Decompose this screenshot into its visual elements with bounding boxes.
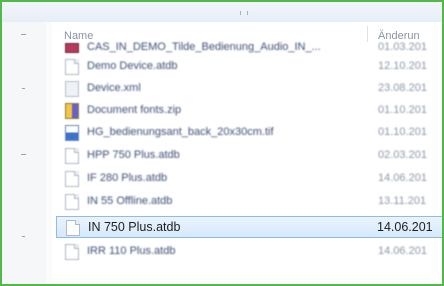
file-date: 02.03.201 <box>378 149 427 161</box>
file-row[interactable]: HG_bedienungsant_back_20x30cm.tif 01.10.… <box>56 122 442 144</box>
file-name: HG_bedienungsant_back_20x30cm.tif <box>87 126 274 138</box>
file-explorer-window: Name Änderun CAS_IN_DEMO_Tilde_Bedienung… <box>0 0 444 286</box>
document-icon <box>65 194 79 210</box>
file-row[interactable]: Device.xml 23.08.201 <box>56 78 442 100</box>
file-name: IN 750 Plus.atdb <box>88 220 181 234</box>
file-row[interactable]: Document fonts.zip 01.10.201 <box>56 100 442 122</box>
file-date: 01.10.201 <box>378 104 427 116</box>
file-row-selected[interactable]: IN 750 Plus.atdb 14.06.201 <box>56 216 442 238</box>
file-name: CAS_IN_DEMO_Tilde_Bedienung_Audio_IN_... <box>87 41 321 53</box>
file-name: Device.xml <box>87 82 141 94</box>
file-row[interactable]: IN 55 Offline.atdb 13.11.201 <box>56 191 442 213</box>
column-resize-grip-icon[interactable] <box>240 11 248 15</box>
file-date: 14.06.201 <box>378 245 427 257</box>
file-row[interactable]: IF 280 Plus.atdb 14.06.201 <box>56 168 442 190</box>
file-date: 01.10.201 <box>378 126 427 138</box>
tree-marker-icon <box>21 34 26 35</box>
document-icon <box>65 244 79 260</box>
file-date: 01.03.201 <box>378 41 427 53</box>
file-row[interactable]: IRR 110 Plus.atdb 14.06.201 <box>56 241 442 263</box>
file-date: 14.06.201 <box>377 220 433 234</box>
tree-marker-icon <box>22 236 25 237</box>
tree-marker-icon <box>22 88 25 89</box>
zip-file-icon <box>65 103 79 119</box>
file-name: IF 280 Plus.atdb <box>87 172 168 184</box>
file-name: Demo Device.atdb <box>87 60 178 72</box>
file-date: 23.08.201 <box>378 82 427 94</box>
file-row[interactable]: Demo Device.atdb 12.10.201 <box>56 56 442 78</box>
file-date: 13.11.201 <box>378 195 427 207</box>
file-name: Document fonts.zip <box>87 104 182 116</box>
file-list-pane: Name Änderun CAS_IN_DEMO_Tilde_Bedienung… <box>52 22 442 284</box>
red-file-icon <box>65 43 79 53</box>
image-file-icon <box>65 125 79 141</box>
tree-marker-icon <box>21 154 26 155</box>
file-name: IN 55 Offline.atdb <box>87 195 173 207</box>
document-icon <box>65 171 79 187</box>
document-icon <box>65 59 79 75</box>
file-row[interactable]: HPP 750 Plus.atdb 02.03.201 <box>56 145 442 167</box>
file-date: 14.06.201 <box>378 172 427 184</box>
file-name: IRR 110 Plus.atdb <box>87 245 176 257</box>
toolbar-strip <box>2 2 442 22</box>
navigation-pane[interactable] <box>2 22 46 284</box>
xml-file-icon <box>65 81 79 97</box>
document-icon <box>66 220 80 236</box>
file-name: HPP 750 Plus.atdb <box>87 149 180 161</box>
document-icon <box>65 148 79 164</box>
file-date: 12.10.201 <box>378 60 427 72</box>
